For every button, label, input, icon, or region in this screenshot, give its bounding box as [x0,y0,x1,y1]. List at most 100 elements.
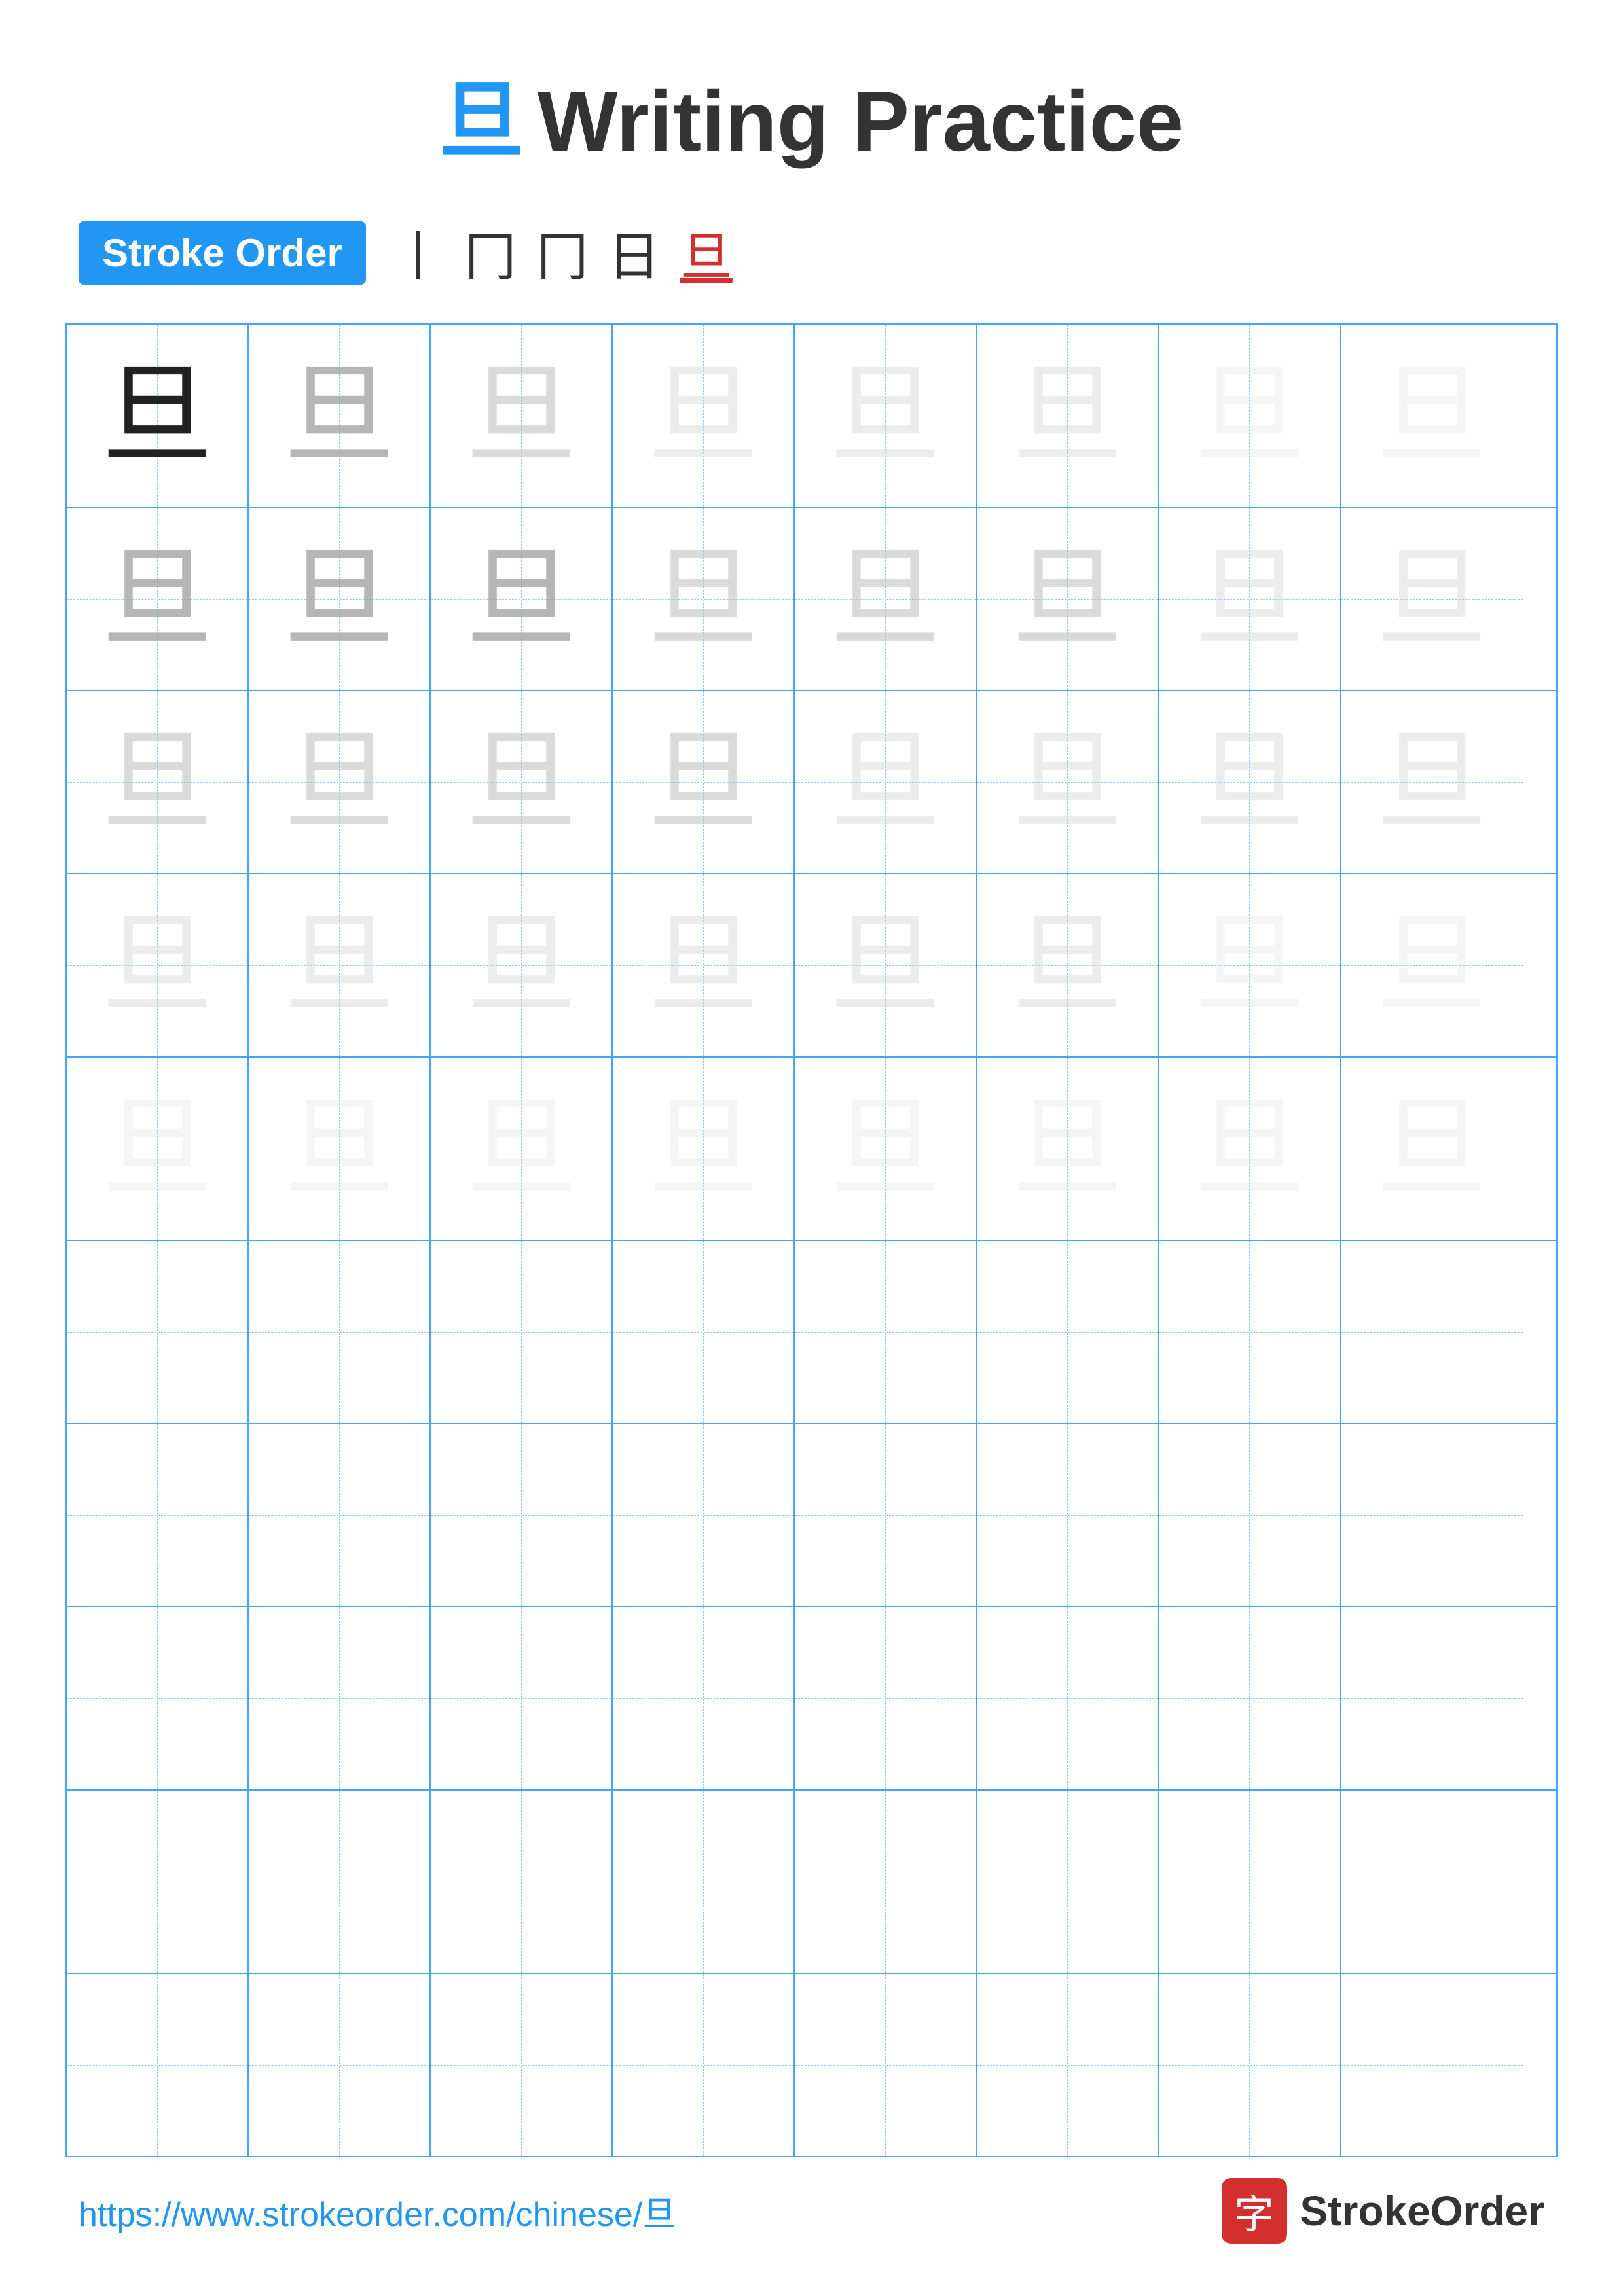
grid-cell-5-1[interactable]: 旦 [67,1058,249,1240]
grid-cell-9-8[interactable] [1341,1791,1523,1973]
grid-row-4: 旦 旦 旦 旦 旦 旦 旦 旦 [67,874,1556,1058]
grid-cell-1-8[interactable]: 旦 [1341,325,1523,507]
grid-cell-1-2[interactable]: 旦 [249,325,431,507]
grid-cell-1-7[interactable]: 旦 [1159,325,1341,507]
grid-cell-2-1[interactable]: 旦 [67,508,249,690]
grid-cell-5-2[interactable]: 旦 [249,1058,431,1240]
grid-cell-7-8[interactable] [1341,1424,1523,1606]
stroke-order-row: Stroke Order 丨 冂 冂 日 旦 [0,215,1623,291]
grid-cell-10-2[interactable] [249,1974,431,2156]
grid-cell-5-7[interactable]: 旦 [1159,1058,1341,1240]
grid-cell-4-7[interactable]: 旦 [1159,874,1341,1056]
grid-cell-3-4[interactable]: 旦 [613,691,795,873]
grid-cell-9-1[interactable] [67,1791,249,1973]
grid-cell-6-4[interactable] [613,1241,795,1423]
grid-cell-8-4[interactable] [613,1607,795,1789]
stroke-1: 丨 [392,215,445,291]
stroke-2: 冂 [464,215,517,291]
grid-cell-10-6[interactable] [977,1974,1159,2156]
brand-icon: 字 [1222,2178,1287,2244]
grid-cell-8-3[interactable] [431,1607,613,1789]
grid-cell-2-8[interactable]: 旦 [1341,508,1523,690]
grid-cell-4-6[interactable]: 旦 [977,874,1159,1056]
grid-cell-4-1[interactable]: 旦 [67,874,249,1056]
grid-cell-10-7[interactable] [1159,1974,1341,2156]
grid-cell-3-8[interactable]: 旦 [1341,691,1523,873]
stroke-order-badge: Stroke Order [79,221,366,285]
grid-cell-1-6[interactable]: 旦 [977,325,1159,507]
grid-cell-6-1[interactable] [67,1241,249,1423]
stroke-5: 旦 [680,215,733,291]
grid-cell-5-8[interactable]: 旦 [1341,1058,1523,1240]
grid-cell-1-1[interactable]: 旦 [67,325,249,507]
grid-cell-7-7[interactable] [1159,1424,1341,1606]
grid-cell-10-1[interactable] [67,1974,249,2156]
grid-cell-6-5[interactable] [795,1241,977,1423]
grid-row-1: 旦 旦 旦 旦 旦 旦 旦 旦 [67,325,1556,508]
grid-cell-3-7[interactable]: 旦 [1159,691,1341,873]
grid-cell-7-5[interactable] [795,1424,977,1606]
grid-cell-9-4[interactable] [613,1791,795,1973]
grid-cell-7-1[interactable] [67,1424,249,1606]
grid-cell-8-2[interactable] [249,1607,431,1789]
grid-cell-4-5[interactable]: 旦 [795,874,977,1056]
grid-cell-1-3[interactable]: 旦 [431,325,613,507]
grid-cell-8-5[interactable] [795,1607,977,1789]
grid-cell-6-6[interactable] [977,1241,1159,1423]
grid-cell-5-4[interactable]: 旦 [613,1058,795,1240]
grid-cell-3-2[interactable]: 旦 [249,691,431,873]
grid-cell-3-3[interactable]: 旦 [431,691,613,873]
grid-cell-9-6[interactable] [977,1791,1159,1973]
grid-cell-3-5[interactable]: 旦 [795,691,977,873]
grid-cell-2-2[interactable]: 旦 [249,508,431,690]
grid-cell-8-8[interactable] [1341,1607,1523,1789]
grid-row-2: 旦 旦 旦 旦 旦 旦 旦 旦 [67,508,1556,691]
grid-cell-6-3[interactable] [431,1241,613,1423]
grid-cell-4-3[interactable]: 旦 [431,874,613,1056]
grid-cell-1-5[interactable]: 旦 [795,325,977,507]
grid-cell-7-2[interactable] [249,1424,431,1606]
grid-cell-9-5[interactable] [795,1791,977,1973]
grid-cell-7-6[interactable] [977,1424,1159,1606]
grid-cell-7-3[interactable] [431,1424,613,1606]
grid-row-6 [67,1241,1556,1424]
grid-cell-2-6[interactable]: 旦 [977,508,1159,690]
grid-cell-5-6[interactable]: 旦 [977,1058,1159,1240]
grid-cell-1-4[interactable]: 旦 [613,325,795,507]
grid-cell-6-2[interactable] [249,1241,431,1423]
grid-cell-2-7[interactable]: 旦 [1159,508,1341,690]
page-header: 旦Writing Practice [0,0,1623,215]
grid-cell-8-6[interactable] [977,1607,1159,1789]
footer: https://www.strokeorder.com/chinese/旦 字 … [0,2178,1623,2244]
grid-cell-10-3[interactable] [431,1974,613,2156]
grid-cell-2-3[interactable]: 旦 [431,508,613,690]
grid-cell-9-3[interactable] [431,1791,613,1973]
stroke-sequence: 丨 冂 冂 日 旦 [392,215,733,291]
stroke-4: 日 [608,215,661,291]
grid-cell-3-1[interactable]: 旦 [67,691,249,873]
grid-cell-5-5[interactable]: 旦 [795,1058,977,1240]
writing-grid: 旦 旦 旦 旦 旦 旦 旦 旦 旦 旦 旦 旦 旦 旦 旦 旦 旦 旦 旦 旦 … [65,323,1558,2157]
grid-cell-10-4[interactable] [613,1974,795,2156]
grid-cell-4-2[interactable]: 旦 [249,874,431,1056]
grid-cell-7-4[interactable] [613,1424,795,1606]
grid-cell-6-7[interactable] [1159,1241,1341,1423]
grid-cell-9-7[interactable] [1159,1791,1341,1973]
grid-cell-4-4[interactable]: 旦 [613,874,795,1056]
grid-cell-6-8[interactable] [1341,1241,1523,1423]
grid-cell-2-4[interactable]: 旦 [613,508,795,690]
grid-cell-8-7[interactable] [1159,1607,1341,1789]
grid-cell-10-8[interactable] [1341,1974,1523,2156]
grid-cell-9-2[interactable] [249,1791,431,1973]
brand-name: StrokeOrder [1300,2187,1544,2235]
footer-url[interactable]: https://www.strokeorder.com/chinese/旦 [79,2187,676,2236]
grid-cell-3-6[interactable]: 旦 [977,691,1159,873]
grid-cell-4-8[interactable]: 旦 [1341,874,1523,1056]
grid-row-8 [67,1607,1556,1791]
grid-cell-2-5[interactable]: 旦 [795,508,977,690]
grid-cell-8-1[interactable] [67,1607,249,1789]
grid-row-5: 旦 旦 旦 旦 旦 旦 旦 旦 [67,1058,1556,1241]
grid-cell-10-5[interactable] [795,1974,977,2156]
grid-cell-5-3[interactable]: 旦 [431,1058,613,1240]
grid-row-10 [67,1974,1556,2156]
